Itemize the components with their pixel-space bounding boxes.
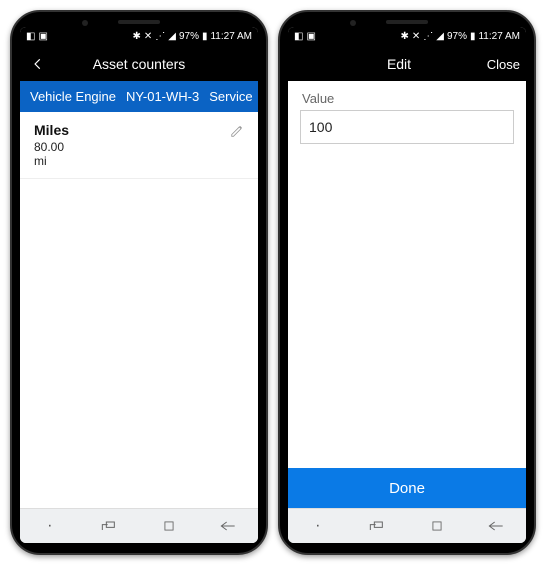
notif-icon: ◧ (294, 32, 303, 42)
status-bar: ◧ ▣ ✱ ✕ ⋰ ◢ 97% ▮ 11:27 AM (20, 27, 258, 47)
clock-text: 11:27 AM (210, 32, 252, 42)
edit-form: Value (288, 81, 526, 468)
clock-text: 11:27 AM (478, 32, 520, 42)
mute-icon: ✕ (412, 32, 420, 42)
nav-menu-button[interactable]: · (304, 515, 332, 537)
bluetooth-icon: ✱ (400, 32, 408, 42)
screen-asset-counters: ◧ ▣ ✱ ✕ ⋰ ◢ 97% ▮ 11:27 AM Asset counter… (20, 27, 258, 543)
status-bar: ◧ ▣ ✱ ✕ ⋰ ◢ 97% ▮ 11:27 AM (288, 27, 526, 47)
wifi-icon: ⋰ (155, 32, 165, 42)
pencil-icon[interactable] (230, 124, 244, 138)
nav-home-button[interactable] (423, 515, 451, 537)
counter-value: 80.00 (34, 140, 230, 154)
mute-icon: ✕ (144, 32, 152, 42)
counter-unit: mi (34, 154, 230, 168)
signal-icon: ◢ (436, 32, 444, 42)
field-label: Value (288, 81, 526, 110)
notif-icon: ▣ (306, 32, 315, 42)
breadcrumb-item: Vehicle Engine (30, 89, 116, 104)
phone-right: ◧ ▣ ✱ ✕ ⋰ ◢ 97% ▮ 11:27 AM Edit Close (278, 10, 536, 555)
bluetooth-icon: ✱ (132, 32, 140, 42)
page-title: Edit (318, 56, 480, 72)
breadcrumb-item: Service (209, 89, 252, 104)
close-button[interactable]: Close (480, 57, 520, 72)
android-nav-bar: · (20, 508, 258, 543)
notif-icon: ▣ (38, 32, 47, 42)
page-title: Asset counters (50, 56, 228, 72)
counter-row[interactable]: Miles 80.00 mi (20, 112, 258, 179)
nav-back-button[interactable] (482, 515, 510, 537)
breadcrumb-item: NY-01-WH-3 (126, 89, 199, 104)
screen-edit: ◧ ▣ ✱ ✕ ⋰ ◢ 97% ▮ 11:27 AM Edit Close (288, 27, 526, 543)
nav-back-button[interactable] (214, 515, 242, 537)
counter-name: Miles (34, 122, 230, 138)
counters-list: Miles 80.00 mi (20, 112, 258, 508)
battery-percent: 97% (179, 32, 199, 42)
nav-recent-button[interactable] (363, 515, 391, 537)
phone-left: ◧ ▣ ✱ ✕ ⋰ ◢ 97% ▮ 11:27 AM Asset counter… (10, 10, 268, 555)
done-button[interactable]: Done (288, 468, 526, 508)
nav-menu-button[interactable]: · (36, 515, 64, 537)
chevron-left-icon (31, 57, 45, 71)
signal-icon: ◢ (168, 32, 176, 42)
app-bar: Asset counters (20, 47, 258, 81)
battery-icon: ▮ (470, 32, 476, 42)
value-input[interactable] (300, 110, 514, 144)
android-nav-bar: · (288, 508, 526, 543)
nav-recent-button[interactable] (95, 515, 123, 537)
battery-icon: ▮ (202, 32, 208, 42)
wifi-icon: ⋰ (423, 32, 433, 42)
back-button[interactable] (26, 57, 50, 71)
nav-home-button[interactable] (155, 515, 183, 537)
app-bar: Edit Close (288, 47, 526, 81)
breadcrumb[interactable]: Vehicle Engine NY-01-WH-3 Service (20, 81, 258, 112)
notif-icon: ◧ (26, 32, 35, 42)
battery-percent: 97% (447, 32, 467, 42)
